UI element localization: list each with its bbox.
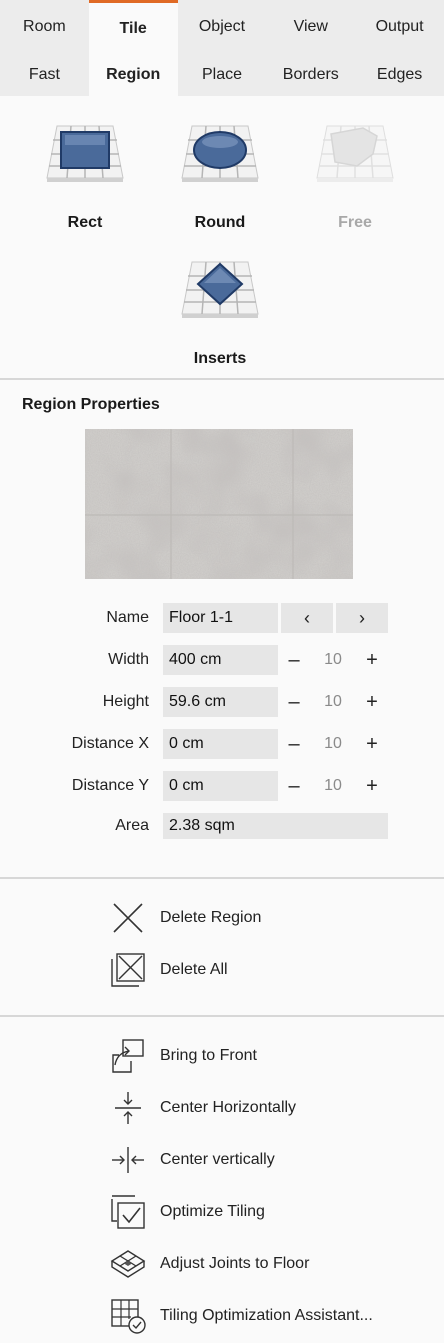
distance-y-step-field[interactable]: 10 — [311, 771, 355, 801]
name-field[interactable]: Floor 1-1 — [163, 603, 278, 633]
round-region-button[interactable]: Round — [160, 120, 280, 240]
free-label: Free — [338, 214, 372, 231]
previous-region-button[interactable]: ‹ — [281, 603, 333, 633]
delete-all-label: Delete All — [160, 961, 228, 978]
distance-x-field[interactable]: 0 cm — [163, 729, 278, 759]
distance-y-field[interactable]: 0 cm — [163, 771, 278, 801]
subtab-region[interactable]: Region — [88, 54, 178, 96]
height-increment-button[interactable]: + — [357, 687, 387, 717]
distance-x-step-field[interactable]: 10 — [311, 729, 355, 759]
width-step-field[interactable]: 10 — [311, 645, 355, 675]
distance-y-increment-button[interactable]: + — [357, 771, 387, 801]
optimize-tiling-action[interactable]: Optimize Tiling — [108, 1192, 265, 1232]
height-field[interactable]: 59.6 cm — [163, 687, 278, 717]
rect-region-button[interactable]: Rect — [25, 120, 145, 240]
region-shape-grid: Rect Round Free Inserts — [0, 96, 444, 378]
divider — [0, 877, 444, 879]
tab-output[interactable]: Output — [355, 0, 444, 54]
subtab-fast[interactable]: Fast — [0, 54, 89, 96]
width-row: Width 400 cm – 10 + — [0, 645, 444, 675]
main-tab-bar: Room Tile Object View Output — [0, 0, 444, 54]
tab-object[interactable]: Object — [178, 0, 267, 54]
inserts-region-button[interactable]: Inserts — [160, 256, 280, 376]
adjust-joints-label: Adjust Joints to Floor — [160, 1255, 310, 1272]
tiling-assistant-icon — [108, 1296, 148, 1336]
subtab-edges[interactable]: Edges — [355, 54, 444, 96]
area-label: Area — [115, 817, 149, 834]
distance-y-decrement-button[interactable]: – — [279, 771, 309, 801]
round-region-icon — [181, 125, 259, 182]
bring-to-front-label: Bring to Front — [160, 1047, 257, 1064]
bring-to-front-action[interactable]: Bring to Front — [108, 1036, 257, 1076]
center-vertically-icon — [108, 1140, 148, 1180]
tiling-optimization-assistant-action[interactable]: Tiling Optimization Assistant... — [108, 1296, 373, 1336]
center-vertically-action[interactable]: Center vertically — [108, 1140, 275, 1180]
height-step-field[interactable]: 10 — [311, 687, 355, 717]
inserts-label: Inserts — [193, 350, 247, 367]
region-properties-title: Region Properties — [22, 396, 160, 413]
round-label: Round — [194, 214, 246, 231]
free-region-icon — [316, 125, 394, 182]
tab-view[interactable]: View — [266, 0, 355, 54]
height-row: Height 59.6 cm – 10 + — [0, 687, 444, 717]
center-horizontally-action[interactable]: Center Horizontally — [108, 1088, 296, 1128]
optimize-tiling-label: Optimize Tiling — [160, 1203, 265, 1220]
distance-y-label: Distance Y — [71, 777, 149, 794]
delete-region-label: Delete Region — [160, 909, 262, 926]
center-vertically-label: Center vertically — [160, 1151, 275, 1168]
width-decrement-button[interactable]: – — [279, 645, 309, 675]
distance-x-row: Distance X 0 cm – 10 + — [0, 729, 444, 759]
rect-label: Rect — [67, 214, 103, 231]
adjust-joints-action[interactable]: Adjust Joints to Floor — [108, 1244, 309, 1284]
distance-x-decrement-button[interactable]: – — [279, 729, 309, 759]
next-region-button[interactable]: › — [336, 603, 388, 633]
tile-texture-preview — [85, 429, 353, 579]
subtab-borders[interactable]: Borders — [266, 54, 355, 96]
rect-region-icon — [46, 125, 124, 182]
sub-tab-bar: Fast Region Place Borders Edges — [0, 54, 444, 96]
bring-to-front-icon — [108, 1036, 148, 1076]
delete-all-icon — [108, 950, 148, 990]
height-decrement-button[interactable]: – — [279, 687, 309, 717]
width-increment-button[interactable]: + — [357, 645, 387, 675]
divider — [0, 1015, 444, 1017]
distance-y-row: Distance Y 0 cm – 10 + — [0, 771, 444, 801]
center-horizontally-icon — [108, 1088, 148, 1128]
delete-all-action[interactable]: Delete All — [108, 950, 228, 990]
name-row: Name Floor 1-1 ‹ › — [0, 603, 444, 633]
height-label: Height — [102, 693, 149, 710]
optimize-tiling-icon — [108, 1192, 148, 1232]
area-value: 2.38 sqm — [163, 813, 388, 839]
delete-region-action[interactable]: Delete Region — [108, 898, 261, 938]
width-field[interactable]: 400 cm — [163, 645, 278, 675]
tab-room[interactable]: Room — [0, 0, 89, 54]
tiling-assistant-label: Tiling Optimization Assistant... — [160, 1307, 373, 1324]
inserts-region-icon — [181, 261, 259, 318]
distance-x-label: Distance X — [71, 735, 149, 752]
width-label: Width — [108, 651, 149, 668]
area-row: Area 2.38 sqm — [0, 813, 444, 839]
floor-joints-icon — [108, 1244, 148, 1284]
center-horizontally-label: Center Horizontally — [160, 1099, 297, 1116]
distance-x-increment-button[interactable]: + — [357, 729, 387, 759]
tab-tile[interactable]: Tile — [88, 0, 178, 54]
free-region-button: Free — [295, 120, 415, 240]
subtab-place[interactable]: Place — [178, 54, 267, 96]
name-label: Name — [106, 609, 149, 626]
close-x-icon — [108, 898, 148, 938]
